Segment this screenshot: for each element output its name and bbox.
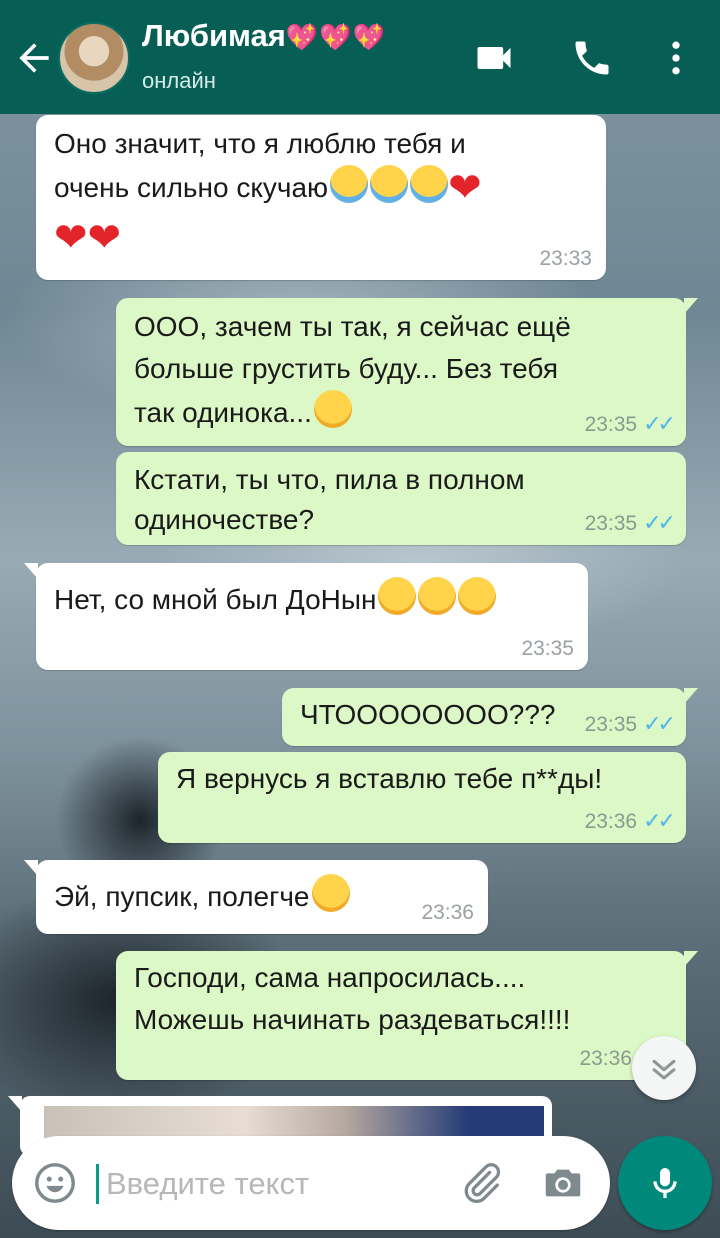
voice-record-button[interactable] [618,1136,712,1230]
message-meta: 23:35 ✓✓ [584,409,676,440]
contact-avatar[interactable] [58,22,130,94]
red-heart-icon: ❤ [54,216,88,260]
message-incoming[interactable]: Оно значит, что я люблю тебя и очень сил… [36,115,606,280]
message-list[interactable]: Оно значит, что я люблю тебя и очень сил… [0,0,720,1238]
message-line: ЧТОООООООО??? [300,699,556,730]
message-time: 23:35 [584,413,638,436]
scroll-down-icon [652,1059,676,1080]
contact-name[interactable]: Любимая💖💖💖 [142,18,386,54]
message-line: так одинока... [134,397,312,428]
bubble-tail [24,563,38,579]
message-time: 23:33 [539,247,592,270]
video-call-icon[interactable] [472,36,516,80]
message-text: Кстати, ты что, пила в полном одиночеств… [134,460,525,540]
message-outgoing[interactable]: ЧТОООООООО??? 23:35 ✓✓ [282,688,698,746]
message-meta: 23:35 ✓✓ [584,508,676,539]
crying-emoji-icon [330,165,369,203]
bubble-tail [684,951,698,967]
more-vert-icon[interactable] [654,36,698,80]
upside-down-face-emoji-icon [418,577,457,615]
crying-emoji-icon [410,165,449,203]
message-line: Эй, пупсик, полегче [54,881,310,912]
message-line: Кстати, ты что, пила в полном [134,464,525,495]
message-line: Господи, сама напросилась.... [134,962,526,993]
message-meta: 23:35 ✓✓ [584,709,676,740]
emoji-icon[interactable] [32,1160,78,1206]
bubble-tail [24,860,38,876]
message-input[interactable] [104,1160,438,1208]
message-time: 23:35 [521,637,574,660]
upside-down-face-emoji-icon [458,577,497,615]
message-line: Можешь начинать раздеваться!!!! [134,1004,571,1035]
compose-bar [12,1136,610,1230]
message-meta: 23:36 ✓✓ [584,806,676,837]
message-line: ООО, зачем ты так, я сейчас ещё [134,311,571,342]
message-outgoing[interactable]: Я вернусь я вставлю тебе п**ды! 23:36 ✓✓ [158,752,686,843]
contact-name-text: Любимая [142,18,286,53]
message-time: 23:36 [421,901,474,924]
message-time: 23:35 [584,512,638,535]
message-text: ЧТОООООООО??? [300,694,555,736]
hearts-emoji: 💖💖💖 [285,22,386,52]
bubble-tail [684,298,698,314]
message-time: 23:35 [584,713,638,736]
bandaged-face-emoji-icon [313,390,352,428]
scroll-down-button[interactable] [632,1036,696,1100]
message-incoming[interactable]: Эй, пупсик, полегче 23:36 [24,860,488,934]
message-text: Я вернусь я вставлю тебе п**ды! [176,758,602,800]
red-heart-icon: ❤ [448,166,482,210]
read-ticks-icon: ✓✓ [643,808,676,833]
bubble-tail [684,688,698,704]
message-line: одиночестве? [134,504,315,535]
contact-status: онлайн [142,68,216,93]
back-arrow-icon[interactable] [12,36,56,80]
message-time: 23:36 [579,1047,632,1070]
read-ticks-icon: ✓✓ [643,510,676,535]
message-incoming[interactable]: Нет, со мной был ДоНын 23:35 [24,563,588,670]
message-text: Оно значит, что я люблю тебя и очень сил… [54,123,482,259]
message-text: ООО, зачем ты так, я сейчас ещё больше г… [134,306,571,434]
message-outgoing[interactable]: Господи, сама напросилась.... Можешь нач… [116,951,698,1080]
phone-icon[interactable] [570,36,614,80]
read-ticks-icon: ✓✓ [643,411,676,436]
message-text: Нет, со мной был ДоНын [54,577,497,621]
red-heart-icon: ❤ [87,216,122,260]
message-line: Оно значит, что я люблю тебя и [54,128,466,159]
message-text: Господи, сама напросилась.... Можешь нач… [134,957,570,1041]
message-line: Нет, со мной был ДоНын [54,584,377,615]
bubble-tail [8,1096,22,1112]
camera-icon[interactable] [540,1160,586,1206]
message-line: больше грустить буду... Без тебя [134,353,558,384]
message-time: 23:36 [584,810,638,833]
smirk-emoji-icon [311,874,350,912]
chat-header: Любимая💖💖💖 онлайн [0,0,720,114]
message-outgoing[interactable]: ООО, зачем ты так, я сейчас ещё больше г… [116,298,698,446]
message-outgoing[interactable]: Кстати, ты что, пила в полном одиночеств… [116,452,686,545]
mic-icon [653,1168,677,1198]
text-caret [96,1164,99,1204]
message-line: очень сильно скучаю [54,172,329,203]
message-line: Я вернусь я вставлю тебе п**ды! [176,763,603,794]
upside-down-face-emoji-icon [378,577,417,615]
read-ticks-icon: ✓✓ [643,711,676,736]
message-text: Эй, пупсик, полегче [54,874,350,918]
attach-icon[interactable] [458,1160,504,1206]
crying-emoji-icon [370,165,409,203]
